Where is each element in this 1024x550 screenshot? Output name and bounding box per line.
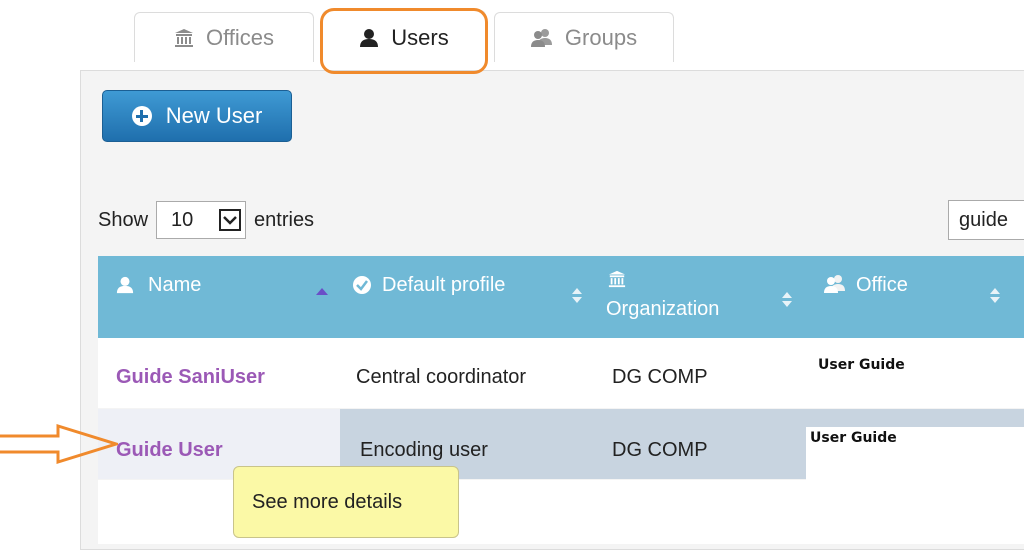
tab-offices[interactable]: Offices — [134, 12, 314, 62]
organization-cell: DG COMP — [612, 439, 708, 461]
bank-icon — [174, 28, 193, 47]
column-office-label: Office — [856, 274, 908, 296]
table-row[interactable]: Guide SaniUser Central coordinator DG CO… — [98, 338, 1024, 408]
column-header-organization[interactable]: Organization — [598, 256, 806, 338]
tab-users-label: Users — [391, 24, 449, 50]
arrow-right-icon — [0, 423, 118, 465]
tooltip-text: See more details — [252, 490, 403, 513]
show-label: Show — [98, 208, 149, 231]
tab-groups-label: Groups — [564, 24, 638, 50]
entries-select[interactable]: 10 — [156, 201, 247, 239]
bank-icon — [608, 270, 626, 288]
tab-users[interactable]: Users — [322, 10, 486, 64]
users-icon — [530, 28, 552, 47]
office-cell: User Guide — [810, 430, 897, 446]
user-name-link[interactable]: Guide SaniUser — [116, 366, 265, 389]
default-profile-cell: Central coordinator — [356, 366, 527, 388]
tab-groups[interactable]: Groups — [494, 12, 674, 62]
entries-select-value: 10 — [171, 208, 194, 231]
check-circle-icon — [353, 276, 371, 294]
office-cell: User Guide — [818, 357, 905, 373]
user-name-link[interactable]: Guide User — [116, 439, 223, 462]
user-icon — [360, 28, 379, 47]
column-header-default-profile[interactable]: Default profile — [340, 256, 598, 338]
organization-cell: DG COMP — [612, 366, 708, 388]
column-default-profile-label: Default profile — [382, 274, 506, 296]
user-icon — [116, 276, 134, 294]
tab-offices-label: Offices — [205, 24, 275, 50]
sort-ascending-icon — [316, 288, 328, 295]
entries-label: entries — [254, 208, 315, 231]
plus-circle-icon — [131, 106, 152, 126]
column-header-office[interactable]: Office — [806, 256, 1024, 338]
column-name-label: Name — [148, 274, 202, 296]
users-icon — [824, 275, 845, 293]
table-header: Name Default profile Organization Office — [98, 256, 1024, 338]
column-header-name[interactable]: Name — [98, 256, 340, 338]
new-user-button[interactable]: New User — [102, 90, 292, 142]
tooltip: See more details — [233, 466, 459, 538]
length-control: Show 10 entries — [98, 200, 314, 240]
chevron-down-icon — [219, 209, 242, 231]
column-organization-label: Organization — [606, 298, 720, 320]
default-profile-cell: Encoding user — [360, 439, 488, 461]
search-input[interactable] — [948, 200, 1024, 240]
new-user-label: New User — [165, 103, 263, 128]
